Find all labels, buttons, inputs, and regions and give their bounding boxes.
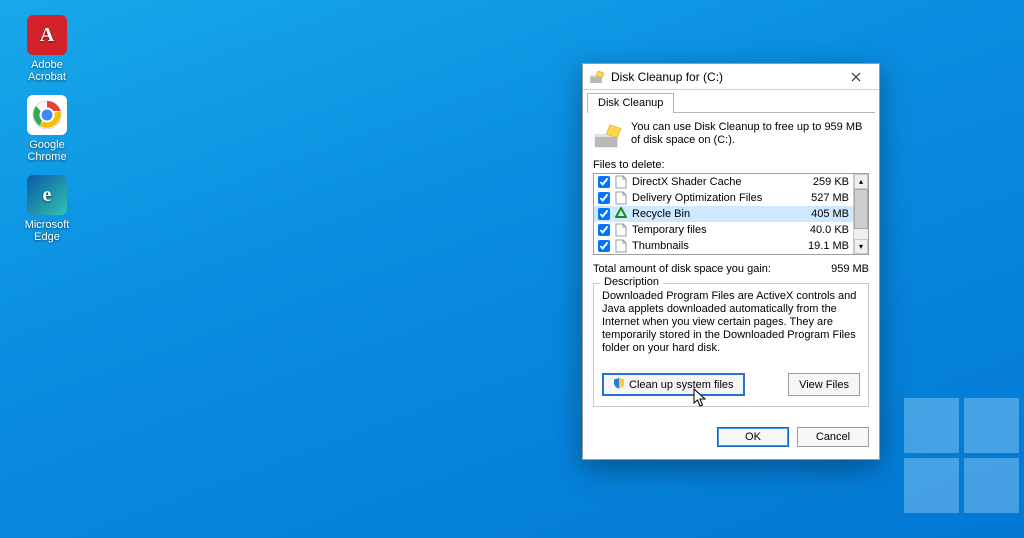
view-files-button[interactable]: View Files [788,373,860,396]
file-size: 40.0 KB [797,224,849,236]
file-label: Thumbnails [632,240,793,252]
mouse-cursor-icon [693,388,709,411]
dialog-title: Disk Cleanup for (C:) [611,70,839,84]
cancel-button[interactable]: Cancel [797,427,869,447]
file-label: Recycle Bin [632,208,793,220]
file-list-row[interactable]: Temporary files 40.0 KB [594,222,853,238]
cleanup-system-files-label: Clean up system files [629,379,734,391]
file-checkbox[interactable] [598,240,610,252]
scroll-down-arrow[interactable]: ▾ [854,239,868,254]
disk-cleanup-icon [589,69,605,85]
description-label: Description [600,276,663,288]
file-label: DirectX Shader Cache [632,176,793,188]
file-list: DirectX Shader Cache 259 KB Delivery Optim… [593,173,869,255]
titlebar[interactable]: Disk Cleanup for (C:) [583,64,879,90]
file-list-row[interactable]: Recycle Bin 405 MB [594,206,853,222]
file-list-row[interactable]: Thumbnails 19.1 MB [594,238,853,254]
file-icon [614,191,628,205]
drive-icon [593,121,623,151]
adobe-acrobat-icon: A [27,15,67,55]
recycle-bin-icon [614,207,628,221]
desktop-icon-label: Adobe Acrobat [12,59,82,83]
file-list-row[interactable]: Delivery Optimization Files 527 MB [594,190,853,206]
disk-cleanup-dialog: Disk Cleanup for (C:) Disk Cleanup You c… [582,63,880,460]
desktop-icon-adobe-acrobat[interactable]: A Adobe Acrobat [12,15,82,83]
google-chrome-icon [27,95,67,135]
file-icon [614,239,628,253]
file-checkbox[interactable] [598,176,610,188]
file-size: 19.1 MB [797,240,849,252]
file-size: 527 MB [797,192,849,204]
close-button[interactable] [839,67,873,87]
scroll-track[interactable] [854,189,868,239]
file-label: Delivery Optimization Files [632,192,793,204]
file-checkbox[interactable] [598,192,610,204]
cleanup-system-files-button[interactable]: Clean up system files [602,373,745,396]
description-text: Downloaded Program Files are ActiveX con… [602,290,860,355]
scroll-thumb[interactable] [854,189,868,229]
file-size: 259 KB [797,176,849,188]
microsoft-edge-icon: e [27,175,67,215]
file-icon [614,223,628,237]
windows-logo-watermark [904,398,1024,518]
file-checkbox[interactable] [598,208,610,220]
info-text: You can use Disk Cleanup to free up to 9… [631,121,869,151]
total-value: 959 MB [831,263,869,275]
shield-icon [613,377,625,392]
total-label: Total amount of disk space you gain: [593,263,771,275]
description-group: Description Downloaded Program Files are… [593,283,869,407]
tab-panel: You can use Disk Cleanup to free up to 9… [583,113,879,417]
file-checkbox[interactable] [598,224,610,236]
desktop-icon-google-chrome[interactable]: Google Chrome [12,95,82,163]
tab-disk-cleanup[interactable]: Disk Cleanup [587,93,674,113]
desktop-icon-label: Google Chrome [12,139,82,163]
scrollbar[interactable]: ▴ ▾ [853,174,868,254]
file-label: Temporary files [632,224,793,236]
desktop-icon-label: Microsoft Edge [12,219,82,243]
desktop-icon-microsoft-edge[interactable]: e Microsoft Edge [12,175,82,243]
tab-strip: Disk Cleanup [583,90,879,112]
file-icon [614,175,628,189]
file-size: 405 MB [797,208,849,220]
file-list-row[interactable]: DirectX Shader Cache 259 KB [594,174,853,190]
scroll-up-arrow[interactable]: ▴ [854,174,868,189]
files-to-delete-label: Files to delete: [593,159,869,171]
ok-button[interactable]: OK [717,427,789,447]
